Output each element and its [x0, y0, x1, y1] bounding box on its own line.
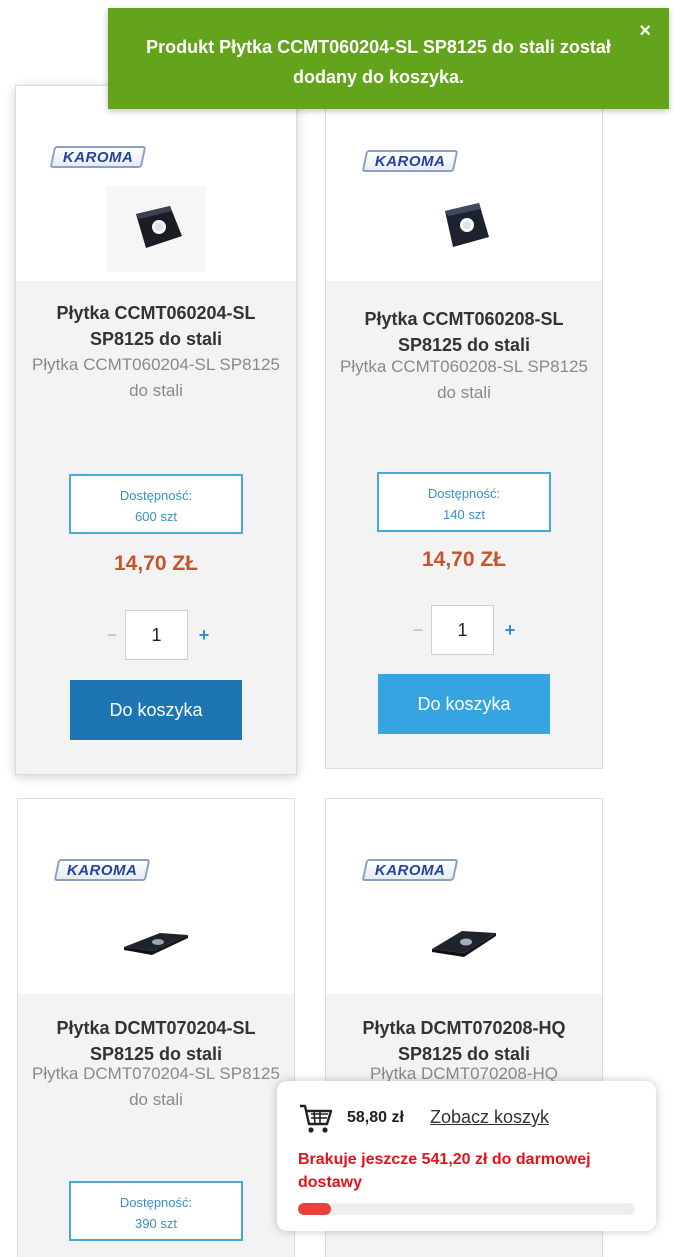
product-card-1: KAROMA Płytka CCMT060204-SL SP8125 do st…	[15, 85, 297, 775]
brand-logo-text: KAROMA	[374, 152, 446, 170]
shopping-cart-icon[interactable]	[299, 1103, 333, 1135]
product-subtitle: Płytka DCMT070204-SL SP8125 do stali	[32, 1064, 280, 1109]
quantity-stepper: − +	[326, 605, 602, 655]
product-image[interactable]	[424, 917, 504, 967]
product-image[interactable]	[116, 917, 196, 967]
quantity-input[interactable]	[431, 605, 494, 655]
mini-cart-popup: 58,80 zł Zobacz koszyk Brakuje jeszcze 5…	[277, 1081, 656, 1231]
add-to-cart-button[interactable]: Do koszyka	[378, 674, 550, 734]
product-title[interactable]: Płytka DCMT070204-SL SP8125 do stali	[28, 1015, 284, 1067]
product-title[interactable]: Płytka DCMT070208-HQ SP8125 do stali	[336, 1015, 592, 1067]
product-price: 14,70 ZŁ	[113, 552, 199, 575]
quantity-input[interactable]	[125, 610, 188, 660]
qty-minus-button[interactable]: −	[408, 615, 428, 645]
view-cart-link[interactable]: Zobacz koszyk	[430, 1107, 549, 1128]
free-shipping-message: Brakuje jeszcze 541,20 zł do darmowej do…	[298, 1151, 591, 1191]
free-shipping-progress	[298, 1203, 635, 1215]
qty-plus-button[interactable]: +	[500, 615, 520, 645]
product-image[interactable]	[419, 191, 509, 271]
brand-logo-text: KAROMA	[66, 861, 138, 879]
notification-message: Produkt Płytka CCMT060204-SL SP8125 do s…	[146, 37, 611, 87]
product-title[interactable]: Płytka CCMT060204-SL SP8125 do stali	[26, 300, 286, 352]
qty-plus-button[interactable]: +	[194, 620, 214, 650]
cart-total: 58,80 zł	[347, 1109, 404, 1126]
product-subtitle: Płytka CCMT060204-SL SP8125 do stali	[32, 355, 280, 400]
availability-box: Dostępność: 140 szt	[377, 472, 551, 532]
availability-value: 390 szt	[135, 1216, 177, 1231]
close-icon[interactable]: ×	[639, 20, 651, 43]
product-title[interactable]: Płytka CCMT060208-SL SP8125 do stali	[336, 306, 592, 358]
availability-label: Dostępność:	[427, 486, 501, 501]
product-image-area[interactable]: KAROMA	[18, 799, 294, 994]
product-card-3: KAROMA Płytka DCMT070204-SL SP8125 do st…	[17, 798, 295, 1257]
free-shipping-progress-fill	[298, 1203, 332, 1215]
product-subtitle: Płytka CCMT060208-SL SP8125 do stali	[340, 357, 588, 402]
add-to-cart-button[interactable]: Do koszyka	[70, 680, 242, 740]
qty-minus-button[interactable]: −	[102, 620, 122, 650]
page: KAROMA Płytka CCMT060204-SL SP8125 do st…	[0, 0, 687, 1257]
brand-logo: KAROMA	[361, 150, 459, 172]
brand-logo: KAROMA	[361, 859, 459, 881]
brand-logo-text: KAROMA	[374, 861, 446, 879]
availability-value: 140 szt	[443, 507, 485, 522]
availability-box: Dostępność: 600 szt	[69, 474, 243, 534]
product-image-area[interactable]: KAROMA	[16, 86, 296, 281]
brand-logo: KAROMA	[49, 146, 147, 168]
availability-value: 600 szt	[135, 509, 177, 524]
product-image[interactable]	[106, 186, 206, 272]
brand-logo: KAROMA	[53, 859, 151, 881]
quantity-stepper: − +	[16, 610, 296, 660]
add-to-cart-notification: Produkt Płytka CCMT060204-SL SP8125 do s…	[108, 8, 669, 109]
product-image-area[interactable]: KAROMA	[326, 799, 602, 994]
availability-label: Dostępność:	[119, 488, 193, 503]
availability-label: Dostępność:	[119, 1195, 193, 1210]
brand-logo-text: KAROMA	[62, 148, 134, 166]
availability-box: Dostępność: 390 szt	[69, 1181, 243, 1241]
product-card-2: KAROMA Płytka CCMT060208-SL SP8125 do st…	[325, 85, 603, 769]
product-image-area[interactable]: KAROMA	[326, 86, 602, 281]
product-price: 14,70 ZŁ	[421, 548, 507, 571]
